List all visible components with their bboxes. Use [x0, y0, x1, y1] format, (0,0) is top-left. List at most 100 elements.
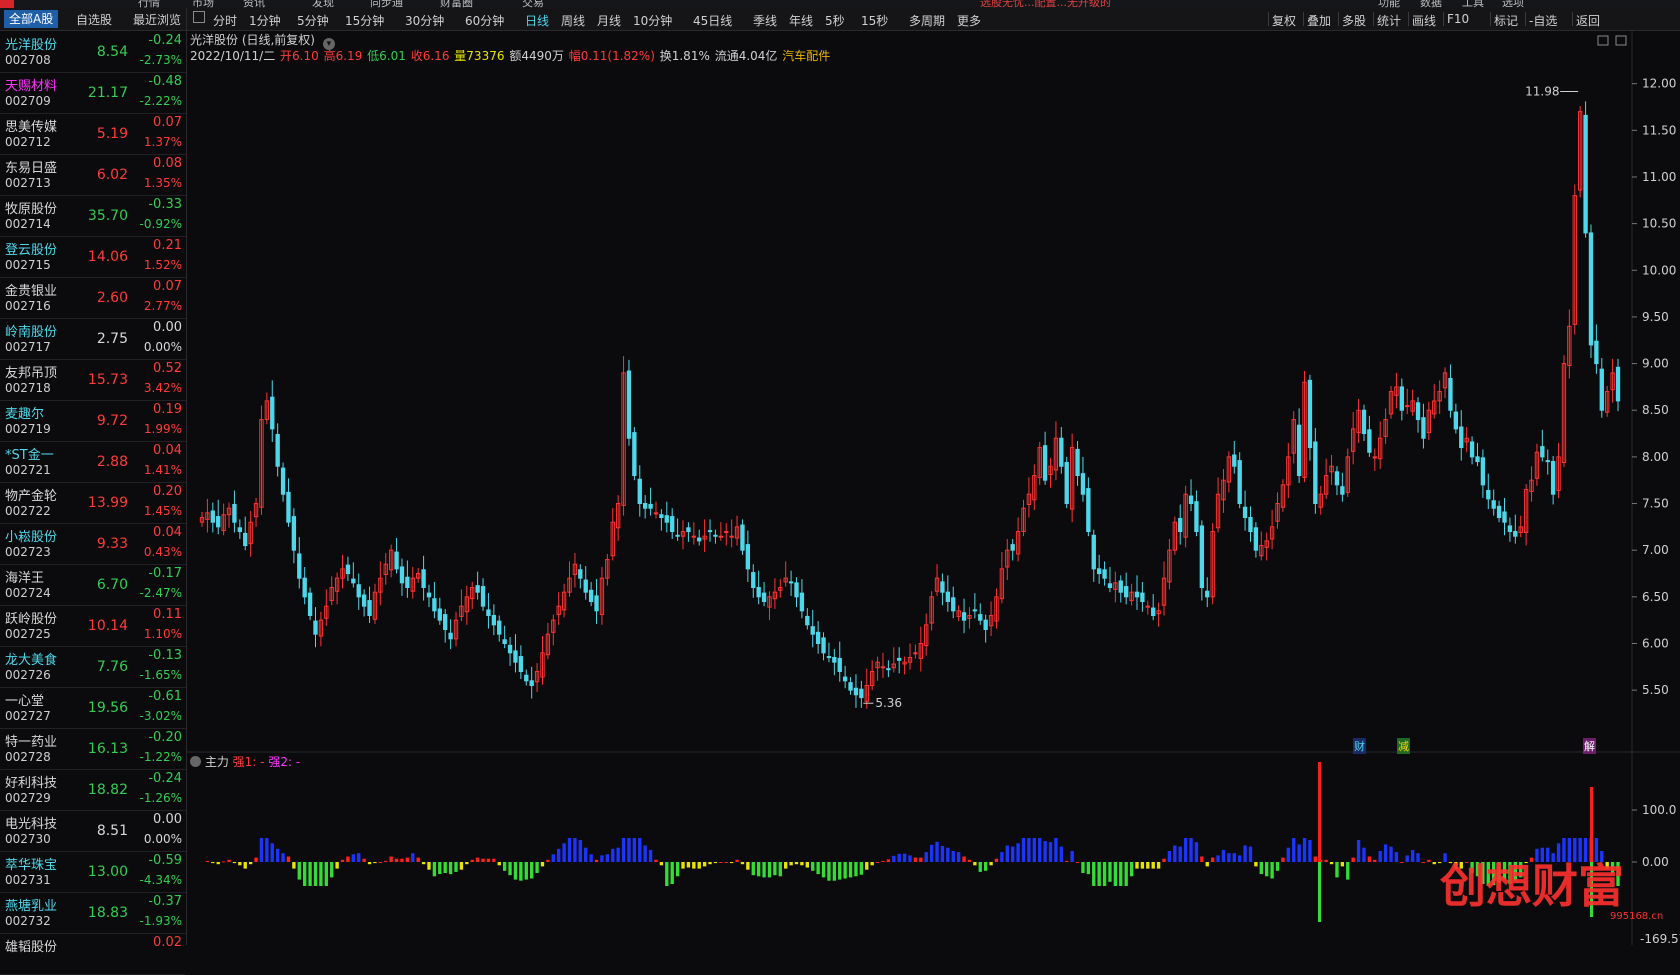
- indicator-bar: [751, 862, 755, 876]
- indicator-bar: [486, 858, 491, 862]
- indicator-s2: 强2: -: [268, 755, 301, 769]
- price-tick-label: 10.50: [1642, 217, 1676, 231]
- indicator-bar: [513, 862, 518, 880]
- candle-body: [1540, 446, 1545, 458]
- indicator-tick-label: 100.0: [1642, 803, 1676, 817]
- price-tick-label: 11.00: [1642, 170, 1676, 184]
- candle-body: [842, 676, 848, 682]
- candle-body: [210, 510, 215, 523]
- candle-body: [1545, 460, 1550, 463]
- candle-body: [1486, 489, 1491, 500]
- indicator-bar: [243, 862, 247, 869]
- indicator-bar: [962, 856, 966, 862]
- candle-body: [1134, 591, 1140, 598]
- indicator-bar: [913, 857, 918, 862]
- window-toggle-icon[interactable]: [1615, 35, 1627, 46]
- indicator-bar: [1205, 862, 1209, 867]
- indicator-bar: [1156, 862, 1161, 869]
- indicator-bar: [481, 858, 485, 862]
- candle-body: [1102, 569, 1107, 579]
- candle-body: [437, 608, 442, 621]
- candle-body: [626, 370, 632, 439]
- candle-body: [886, 668, 891, 671]
- kline-chart[interactable]: 12.00 11.50 11.00 10.50 10.00 9.50 9.00 8.50 8.0…: [0, 0, 1680, 945]
- indicator-bar: [1265, 862, 1269, 877]
- indicator-bar: [1227, 853, 1231, 862]
- indicator-bar: [584, 847, 588, 862]
- marker-cai[interactable]: 财: [1353, 738, 1366, 754]
- candle-body: [815, 631, 821, 644]
- indicator-bar: [956, 852, 961, 862]
- candle-body: [405, 576, 410, 589]
- candle-body: [1188, 495, 1194, 505]
- indicator-bar: [443, 862, 447, 873]
- indicator-bar: [1275, 862, 1280, 871]
- indicator-bar: [346, 856, 350, 862]
- indicator-bar: [1183, 838, 1188, 862]
- candle-body: [659, 514, 664, 519]
- indicator-bar: [659, 862, 664, 866]
- indicator-bar: [248, 862, 253, 865]
- marker-jie[interactable]: 解: [1583, 738, 1596, 754]
- candle-body: [307, 592, 313, 616]
- indicator-bar: [1308, 840, 1312, 862]
- indicator-bar: [1324, 859, 1328, 862]
- candle-body: [637, 478, 642, 505]
- indicator-bar: [303, 862, 307, 886]
- marker-jian[interactable]: 减: [1397, 738, 1410, 754]
- candle-body: [351, 578, 356, 584]
- candle-body: [648, 503, 653, 509]
- candle-body: [1480, 457, 1486, 486]
- indicator-bar: [1167, 851, 1172, 862]
- candle-body: [1475, 456, 1480, 463]
- watermark-url: 995168.cn: [1610, 911, 1664, 922]
- indicator-bar: [297, 862, 301, 880]
- indicator-bar: [708, 862, 712, 865]
- indicator-bar: [362, 858, 366, 862]
- indicator-bar: [367, 862, 372, 865]
- indicator-bar: [1032, 838, 1036, 862]
- indicator-bar: [1124, 862, 1128, 886]
- annotation-high: 11.98: [1525, 85, 1559, 99]
- candle-body: [707, 530, 713, 533]
- candle-body: [399, 566, 405, 584]
- candle-body: [1550, 461, 1556, 495]
- price-tick-label: 8.00: [1642, 450, 1669, 464]
- candle-body: [1199, 525, 1205, 589]
- indicator-bar: [1129, 862, 1134, 877]
- indicator-bar: [1043, 841, 1047, 862]
- candle-body: [653, 512, 659, 515]
- diamond-icon[interactable]: [1597, 35, 1609, 46]
- indicator-bar: [1210, 857, 1215, 862]
- indicator-bar: [978, 862, 982, 872]
- indicator-bar: [1173, 845, 1177, 862]
- candle-body: [670, 516, 675, 533]
- indicator-bar: [335, 862, 339, 869]
- indicator-bar: [405, 857, 410, 862]
- indicator-bar: [654, 859, 658, 862]
- indicator-bar: [1286, 847, 1290, 862]
- candle-body: [1469, 441, 1475, 458]
- candle-body: [1145, 605, 1150, 608]
- candle-body: [718, 535, 724, 538]
- indicator-bar: [1048, 842, 1053, 862]
- indicator-menu-icon[interactable]: [190, 756, 201, 767]
- candle-body: [448, 632, 453, 640]
- candle-body: [1194, 501, 1199, 533]
- indicator-name[interactable]: 主力: [205, 755, 229, 769]
- candle-body: [951, 597, 956, 612]
- indicator-bar: [973, 862, 977, 866]
- indicator-bar: [1005, 845, 1009, 862]
- candle-body: [275, 433, 280, 467]
- indicator-bar: [702, 862, 707, 867]
- indicator-bar: [1427, 859, 1431, 862]
- candle-body: [1367, 429, 1372, 453]
- indicator-bar: [275, 848, 280, 862]
- candle-body: [1091, 534, 1096, 570]
- candle-body: [697, 537, 702, 542]
- indicator-bar: [854, 862, 858, 877]
- indicator-bar: [670, 862, 674, 884]
- indicator-bar: [308, 862, 312, 886]
- candle-body: [740, 524, 745, 551]
- indicator-bar: [767, 862, 772, 878]
